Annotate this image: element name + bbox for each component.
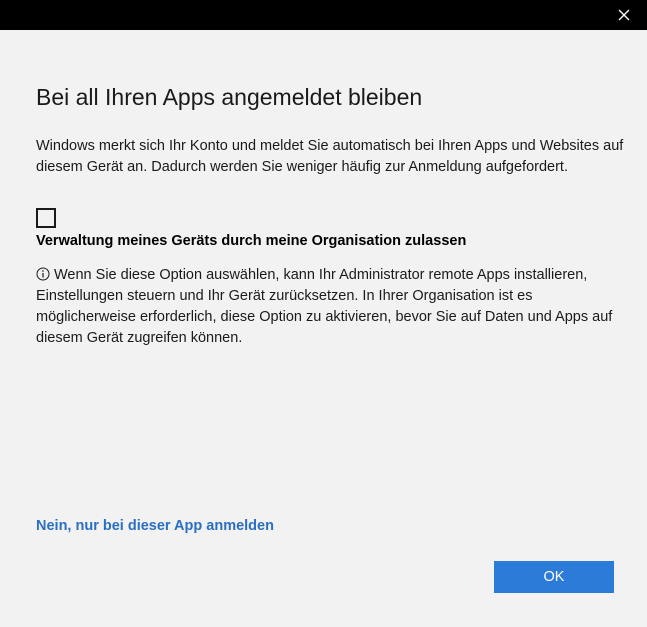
dialog-description: Windows merkt sich Ihr Konto und meldet … (36, 138, 624, 175)
manage-device-checkbox-label[interactable]: Verwaltung meines Geräts durch meine Org… (36, 233, 466, 249)
close-icon (618, 9, 630, 21)
close-button[interactable] (601, 0, 647, 30)
title-bar (0, 0, 647, 30)
info-text: Wenn Sie diese Option auswählen, kann Ih… (36, 267, 613, 346)
dialog-content: Bei all Ihren Apps angemeldet bleiben Wi… (0, 30, 647, 627)
only-this-app-link[interactable]: Nein, nur bei dieser App anmelden (36, 518, 274, 534)
ok-button[interactable]: OK (494, 561, 614, 593)
dialog-title: Bei all Ihren Apps angemeldet bleiben (36, 84, 423, 110)
manage-device-checkbox[interactable] (36, 208, 56, 228)
info-paragraph: Wenn Sie diese Option auswählen, kann Ih… (36, 265, 626, 349)
info-icon (36, 267, 50, 281)
